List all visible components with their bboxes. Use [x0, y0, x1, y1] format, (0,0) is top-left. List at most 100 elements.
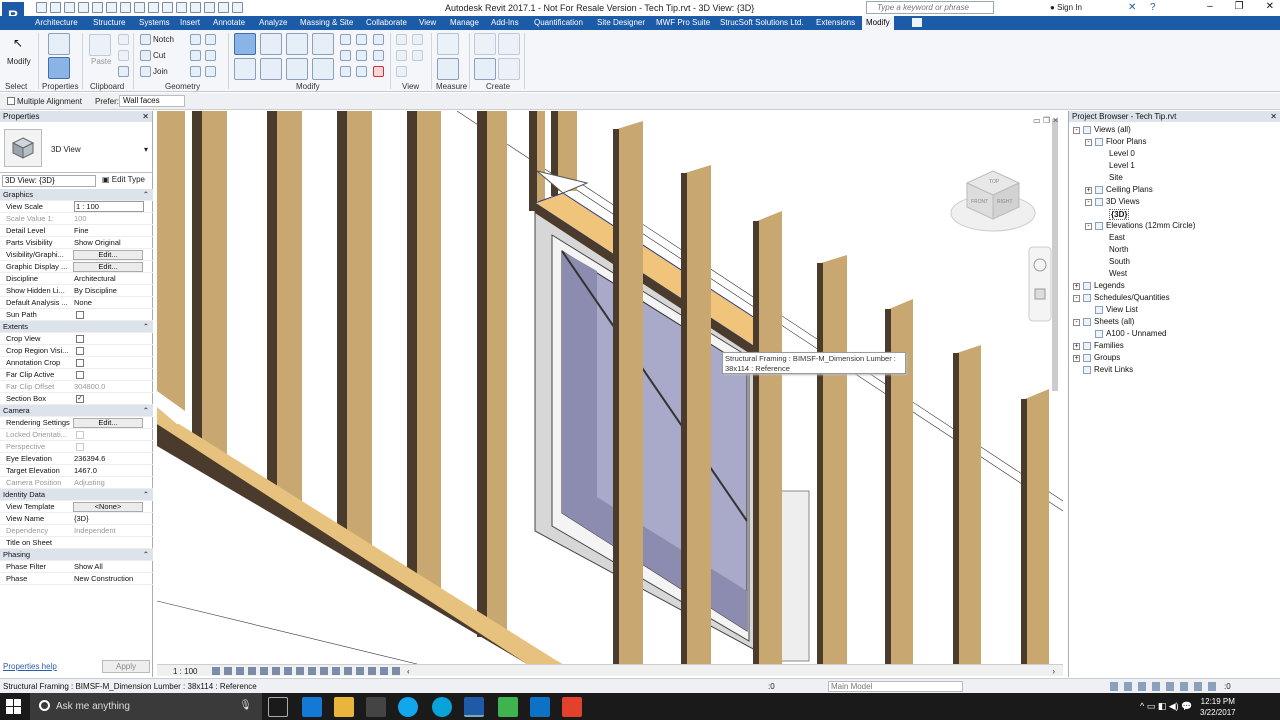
system-tray-icons[interactable]: ^ ▭ ◧ ◀) 💬: [1140, 701, 1192, 712]
property-value[interactable]: By Discipline: [74, 285, 144, 297]
mirror-pick-axis-icon[interactable]: [286, 33, 308, 55]
linework-icon[interactable]: [396, 50, 407, 61]
trim-single-icon[interactable]: [356, 66, 367, 77]
thin-lines-icon[interactable]: [204, 2, 215, 13]
tab-strucsoft[interactable]: StrucSoft Solutions Ltd.: [720, 18, 804, 27]
browser-item[interactable]: Floor Plans: [1106, 137, 1146, 146]
apply-button[interactable]: Apply: [102, 660, 150, 673]
print-icon[interactable]: [106, 2, 117, 13]
property-checkbox[interactable]: [76, 335, 84, 343]
minimize-ribbon-icon[interactable]: [912, 18, 922, 27]
delete-icon[interactable]: [373, 66, 384, 77]
browser-item[interactable]: Site: [1109, 173, 1123, 182]
demolish-icon[interactable]: [205, 50, 216, 61]
join-icon[interactable]: [140, 66, 151, 77]
chevron-down-icon[interactable]: ▾: [144, 145, 148, 154]
property-group-header[interactable]: Graphics ⌃: [0, 189, 153, 201]
property-row[interactable]: View Template <None>: [0, 501, 153, 513]
property-row[interactable]: View Name {3D}: [0, 513, 153, 525]
create-group-icon[interactable]: [474, 58, 496, 80]
paint-brush-icon[interactable]: [190, 66, 201, 77]
offset-icon[interactable]: [260, 33, 282, 55]
tab-add-ins[interactable]: Add-Ins: [491, 18, 519, 27]
browser-item[interactable]: View List: [1106, 305, 1138, 314]
split-element-icon[interactable]: [340, 34, 351, 45]
revit-taskbar-icon[interactable]: [464, 697, 484, 717]
type-selector[interactable]: 3D View ▾: [0, 123, 153, 173]
property-row[interactable]: Crop View: [0, 333, 153, 345]
property-row[interactable]: Sun Path: [0, 309, 153, 321]
collapse-icon[interactable]: -: [1073, 295, 1080, 302]
tab-massing-site[interactable]: Massing & Site: [300, 18, 353, 27]
collapse-icon[interactable]: -: [1085, 199, 1092, 206]
default-3d-view-icon[interactable]: [176, 2, 187, 13]
property-row[interactable]: Target Elevation 1467.0: [0, 465, 153, 477]
expand-icon[interactable]: +: [1085, 187, 1092, 194]
override-graphics-icon[interactable]: [396, 34, 407, 45]
property-row[interactable]: Default Analysis ... None: [0, 297, 153, 309]
view-control-icons[interactable]: [212, 667, 402, 675]
split-face-icon[interactable]: [190, 34, 201, 45]
browser-item[interactable]: Revit Links: [1094, 365, 1133, 374]
property-checkbox[interactable]: [76, 359, 84, 367]
tab-modify[interactable]: Modify: [862, 16, 894, 30]
collapse-icon[interactable]: -: [1073, 319, 1080, 326]
cortana-search-box[interactable]: Ask me anything 🎙: [30, 693, 262, 720]
view-filter-icon[interactable]: [412, 50, 423, 61]
file-explorer-icon[interactable]: [334, 697, 354, 717]
open-icon[interactable]: [36, 2, 47, 13]
viewcube-icon[interactable]: TOP FRONT RIGHT: [950, 170, 1036, 232]
scale-icon[interactable]: [356, 50, 367, 61]
tab-annotate[interactable]: Annotate: [213, 18, 245, 27]
browser-item[interactable]: Legends: [1094, 281, 1125, 290]
tab-quantification[interactable]: Quantification: [534, 18, 583, 27]
view-option-icon[interactable]: [396, 66, 407, 77]
property-row[interactable]: Rendering Settings Edit...: [0, 417, 153, 429]
property-value[interactable]: 1 : 100: [74, 201, 144, 212]
hide-in-view-icon[interactable]: [412, 34, 423, 45]
property-edit-button[interactable]: Edit...: [73, 250, 143, 260]
collapse-icon[interactable]: -: [1073, 127, 1080, 134]
notch-label[interactable]: Notch: [153, 35, 174, 44]
property-value[interactable]: Show Original: [74, 237, 144, 249]
selection-toggle-icons[interactable]: [1110, 682, 1220, 691]
scroll-left-icon[interactable]: ‹: [407, 667, 410, 676]
browser-item[interactable]: Level 1: [1109, 161, 1135, 170]
property-row[interactable]: View Scale 1 : 100: [0, 201, 153, 213]
property-row[interactable]: Discipline Architectural: [0, 273, 153, 285]
store-icon[interactable]: [366, 697, 386, 717]
close-hidden-windows-icon[interactable]: [218, 2, 229, 13]
property-row[interactable]: Visibility/Graphi... Edit...: [0, 249, 153, 261]
remove-paint-icon[interactable]: [205, 66, 216, 77]
expand-icon[interactable]: +: [1073, 283, 1080, 290]
switch-windows-icon[interactable]: [232, 2, 243, 13]
property-row[interactable]: Annotation Crop: [0, 357, 153, 369]
tab-structure[interactable]: Structure: [93, 18, 125, 27]
tab-view[interactable]: View: [419, 18, 436, 27]
property-value[interactable]: New Construction: [74, 573, 144, 585]
property-group-header[interactable]: Extents ⌃: [0, 321, 153, 333]
trim-extend-icon[interactable]: [312, 58, 334, 80]
move-icon[interactable]: [234, 58, 256, 80]
browser-item[interactable]: Families: [1094, 341, 1124, 350]
properties-help-link[interactable]: Properties help: [3, 662, 57, 671]
edge-icon[interactable]: [302, 697, 322, 717]
tab-site-designer[interactable]: Site Designer: [597, 18, 645, 27]
create-parts-icon[interactable]: [498, 33, 520, 55]
close-icon[interactable]: ✕: [1266, 1, 1274, 12]
exchange-apps-icon[interactable]: ✕: [1128, 2, 1136, 13]
browser-item[interactable]: Elevations (12mm Circle): [1106, 221, 1195, 230]
property-row[interactable]: Dependency Independent: [0, 525, 153, 537]
panel-select[interactable]: Select: [5, 82, 27, 91]
collapse-icon[interactable]: ⌃: [143, 321, 149, 333]
scroll-right-icon[interactable]: ›: [1052, 667, 1055, 676]
collapse-icon[interactable]: ⌃: [143, 405, 149, 417]
property-checkbox[interactable]: ✓: [76, 395, 84, 403]
cut-clipboard-icon[interactable]: [118, 34, 129, 45]
paint-icon[interactable]: [205, 34, 216, 45]
browser-item[interactable]: Groups: [1094, 353, 1120, 362]
aligned-dimension-icon[interactable]: [437, 58, 459, 80]
browser-item[interactable]: North: [1109, 245, 1129, 254]
property-value[interactable]: Show All: [74, 561, 144, 573]
3d-view-canvas[interactable]: TOP FRONT RIGHT ▭ ❐ ✕: [157, 111, 1063, 664]
